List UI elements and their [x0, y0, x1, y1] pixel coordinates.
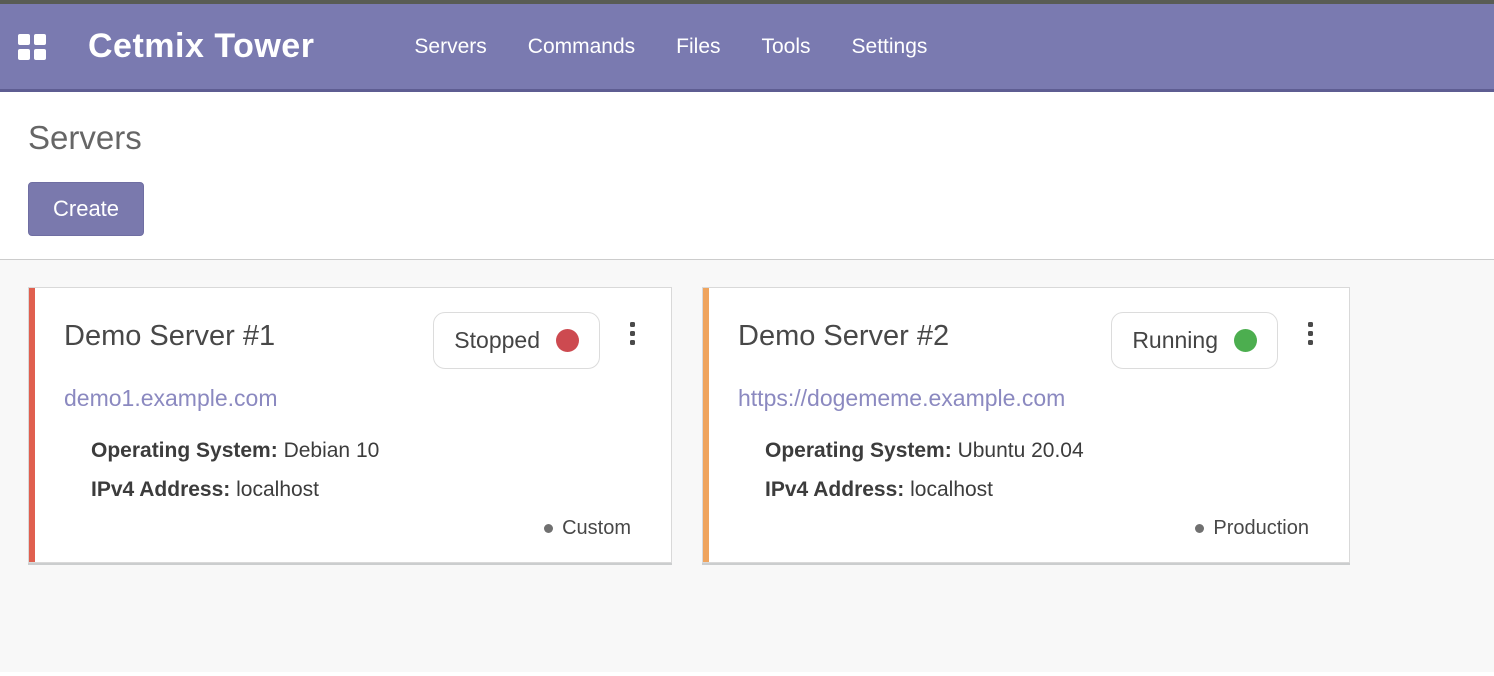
nav-item-files[interactable]: Files — [676, 35, 720, 59]
ip-row: IPv4 Address: localhost — [91, 471, 639, 510]
os-value: Debian 10 — [284, 439, 380, 462]
apps-grid-icon[interactable] — [18, 34, 46, 60]
nav-item-commands[interactable]: Commands — [528, 35, 635, 59]
page-title: Servers — [28, 119, 1494, 157]
status-toggle-button[interactable]: Running — [1111, 312, 1278, 369]
ip-row: IPv4 Address: localhost — [765, 471, 1317, 510]
tag-label: Custom — [562, 517, 631, 540]
os-label: Operating System: — [765, 439, 952, 462]
server-details: Operating System: Ubuntu 20.04 IPv4 Addr… — [738, 432, 1317, 510]
server-name: Demo Server #1 — [64, 312, 433, 353]
tag-label: Production — [1213, 517, 1309, 540]
ip-value: localhost — [910, 478, 993, 501]
nav-item-servers[interactable]: Servers — [414, 35, 486, 59]
os-row: Operating System: Ubuntu 20.04 — [765, 432, 1317, 471]
kebab-menu-icon[interactable] — [1304, 318, 1317, 349]
status-label: Stopped — [454, 327, 540, 354]
server-name: Demo Server #2 — [738, 312, 1111, 353]
server-url-link[interactable]: demo1.example.com — [64, 385, 278, 412]
kanban-area: Demo Server #1 Stopped demo1.example.com… — [0, 260, 1494, 672]
nav-item-tools[interactable]: Tools — [762, 35, 811, 59]
status-dot-icon — [556, 329, 579, 352]
ip-value: localhost — [236, 478, 319, 501]
server-card[interactable]: Demo Server #1 Stopped demo1.example.com… — [28, 287, 672, 563]
nav-item-settings[interactable]: Settings — [852, 35, 928, 59]
os-row: Operating System: Debian 10 — [91, 432, 639, 471]
server-card[interactable]: Demo Server #2 Running https://dogememe.… — [702, 287, 1350, 563]
card-header: Demo Server #1 Stopped — [64, 312, 639, 369]
os-label: Operating System: — [91, 439, 278, 462]
status-toggle-button[interactable]: Stopped — [433, 312, 600, 369]
card-color-stripe — [29, 288, 35, 562]
ip-label: IPv4 Address: — [765, 478, 904, 501]
create-button[interactable]: Create — [28, 182, 144, 236]
brand-title[interactable]: Cetmix Tower — [88, 27, 314, 66]
tag-dot-icon — [544, 524, 553, 533]
server-url-link[interactable]: https://dogememe.example.com — [738, 385, 1065, 412]
tag-badge: Custom — [544, 517, 631, 540]
card-color-stripe — [703, 288, 709, 562]
kebab-menu-icon[interactable] — [626, 318, 639, 349]
ip-label: IPv4 Address: — [91, 478, 230, 501]
status-dot-icon — [1234, 329, 1257, 352]
status-label: Running — [1132, 327, 1218, 354]
card-header: Demo Server #2 Running — [738, 312, 1317, 369]
control-panel: Servers Create — [0, 92, 1494, 260]
server-details: Operating System: Debian 10 IPv4 Address… — [64, 432, 639, 510]
os-value: Ubuntu 20.04 — [958, 439, 1084, 462]
app-header: Cetmix Tower Servers Commands Files Tool… — [0, 4, 1494, 92]
tag-dot-icon — [1195, 524, 1204, 533]
main-nav: Servers Commands Files Tools Settings — [414, 35, 927, 59]
tag-badge: Production — [1195, 517, 1309, 540]
